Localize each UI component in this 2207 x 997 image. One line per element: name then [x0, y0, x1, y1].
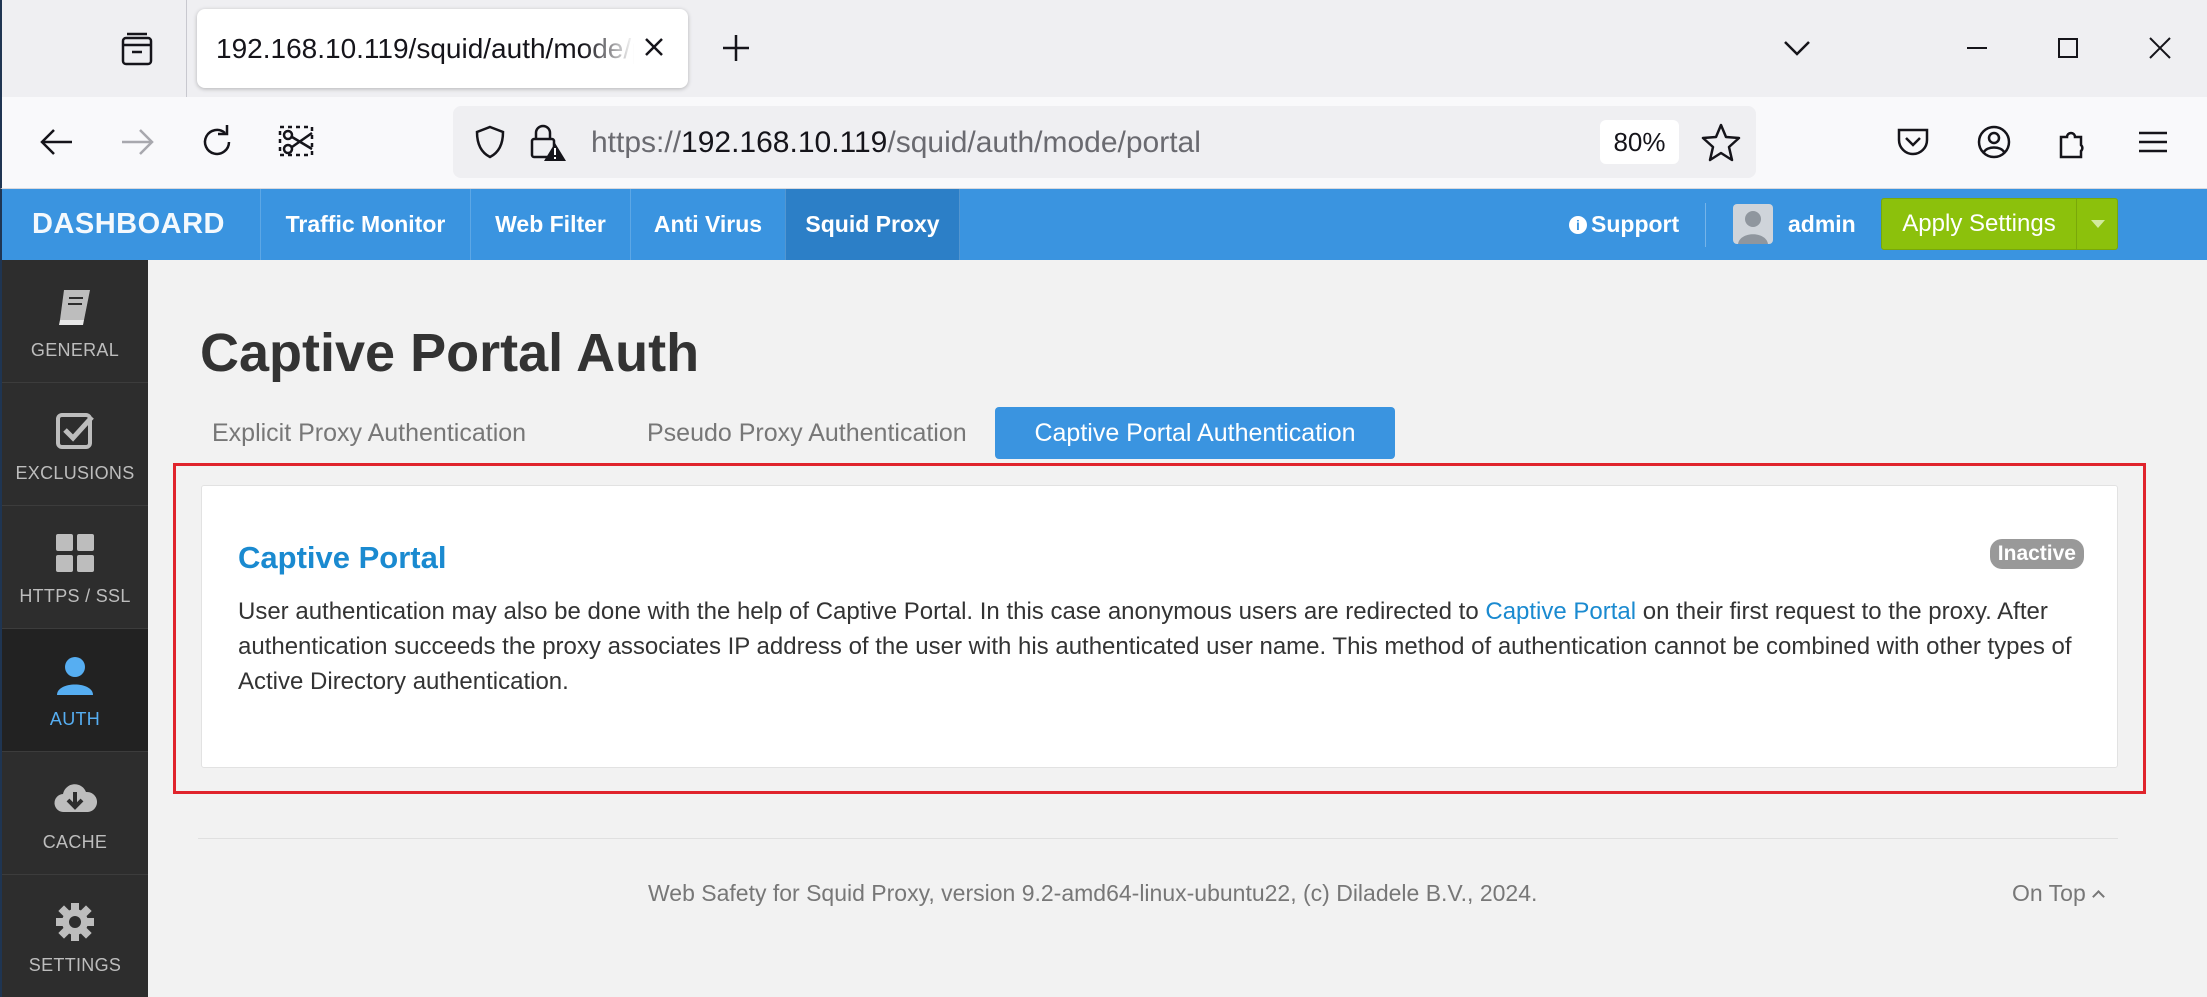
checkbox-icon — [52, 407, 98, 453]
reload-icon[interactable] — [194, 119, 240, 165]
sidebar-label-settings: SETTINGS — [28, 955, 122, 975]
tab-pseudo-proxy-auth[interactable]: Pseudo Proxy Authentication — [625, 407, 989, 459]
back-arrow-icon[interactable] — [34, 119, 80, 165]
tab-collections-icon[interactable] — [115, 30, 159, 70]
support-link[interactable]: i Support — [1569, 211, 1679, 238]
tab-divider — [186, 0, 187, 97]
sidebar-item-cache[interactable]: CACHE — [2, 752, 148, 875]
address-bar[interactable]: https://192.168.10.119/squid/auth/mode/p… — [453, 106, 1756, 178]
avatar[interactable] — [1733, 204, 1773, 244]
footer-divider — [198, 838, 2118, 839]
app-top-nav: DASHBOARD Traffic Monitor Web Filter Ant… — [0, 189, 2207, 260]
dashboard-link[interactable]: DASHBOARD — [32, 208, 225, 241]
bookmark-star-icon[interactable] — [1698, 119, 1744, 165]
sidebar-item-general[interactable]: GENERAL — [2, 260, 148, 383]
user-icon — [52, 653, 98, 699]
status-badge: Inactive — [1989, 539, 2084, 569]
zoom-level[interactable]: 80% — [1600, 120, 1679, 164]
screenshot-icon[interactable] — [274, 119, 320, 165]
tab-captive-portal-auth[interactable]: Captive Portal Authentication — [995, 407, 1395, 459]
extensions-icon[interactable] — [2051, 119, 2097, 165]
sidebar-label-exclusions: EXCLUSIONS — [15, 463, 135, 483]
new-tab-icon[interactable] — [718, 30, 754, 66]
browser-tab[interactable]: 192.168.10.119/squid/auth/mode/portal — [197, 9, 688, 88]
tab-list-chevron-icon[interactable] — [1775, 26, 1819, 70]
tab-title: 192.168.10.119/squid/auth/mode/portal — [216, 33, 634, 64]
pocket-icon[interactable] — [1890, 119, 1936, 165]
grid-icon — [52, 530, 98, 576]
menu-hamburger-icon[interactable] — [2130, 119, 2176, 165]
captive-portal-link[interactable]: Captive Portal — [1485, 598, 1636, 625]
close-tab-icon[interactable] — [638, 31, 670, 63]
sidebar-item-auth[interactable]: AUTH — [2, 629, 148, 752]
close-window-icon[interactable] — [2138, 26, 2182, 70]
user-name[interactable]: admin — [1788, 211, 1856, 238]
nav-traffic-monitor[interactable]: Traffic Monitor — [260, 189, 470, 260]
apply-dropdown-caret-icon[interactable] — [2076, 199, 2118, 249]
sidebar-label-https-ssl: HTTPS / SSL — [19, 586, 131, 606]
nav-divider — [1705, 203, 1706, 247]
description-text-1: User authentication may also be done wit… — [238, 598, 1486, 625]
sidebar-label-auth: AUTH — [49, 709, 101, 729]
apply-settings-label[interactable]: Apply Settings — [1882, 199, 2076, 249]
sidebar: GENERAL EXCLUSIONS HTTPS / SSL AUTH CACH… — [0, 260, 148, 997]
nav-squid-proxy[interactable]: Squid Proxy — [785, 189, 960, 260]
browser-toolbar: https://192.168.10.119/squid/auth/mode/p… — [0, 97, 2207, 189]
captive-portal-panel: Captive Portal Inactive User authenticat… — [201, 485, 2118, 768]
minimize-icon[interactable] — [1955, 26, 1999, 70]
shield-icon[interactable] — [467, 119, 513, 165]
footer-text: Web Safety for Squid Proxy, version 9.2-… — [648, 880, 1538, 906]
panel-title: Captive Portal — [238, 540, 447, 575]
sidebar-label-general: GENERAL — [30, 340, 120, 360]
maximize-icon[interactable] — [2046, 26, 2090, 70]
chevron-up-icon — [2091, 890, 2105, 903]
book-icon — [52, 284, 98, 330]
insecure-lock-icon[interactable] — [524, 119, 570, 165]
nav-web-filter[interactable]: Web Filter — [470, 189, 630, 260]
tab-explicit-proxy-auth[interactable]: Explicit Proxy Authentication — [190, 407, 548, 459]
account-icon[interactable] — [1971, 119, 2017, 165]
browser-tab-bar: 192.168.10.119/squid/auth/mode/portal — [0, 0, 2207, 97]
nav-anti-virus[interactable]: Anti Virus — [630, 189, 785, 260]
apply-settings-button[interactable]: Apply Settings — [1881, 198, 2118, 250]
on-top-link[interactable]: On Top — [2012, 880, 2105, 907]
info-icon: i — [1569, 216, 1587, 234]
gear-icon — [52, 899, 98, 945]
sidebar-item-https-ssl[interactable]: HTTPS / SSL — [2, 506, 148, 629]
cloud-download-icon — [52, 776, 98, 822]
page-title: Captive Portal Auth — [200, 323, 700, 383]
sidebar-label-cache: CACHE — [42, 832, 108, 852]
url-text[interactable]: https://192.168.10.119/squid/auth/mode/p… — [591, 126, 1201, 160]
main-content: Captive Portal Auth Explicit Proxy Authe… — [148, 260, 2207, 997]
forward-arrow-icon[interactable] — [114, 119, 160, 165]
panel-description: User authentication may also be done wit… — [238, 594, 2088, 699]
sidebar-item-settings[interactable]: SETTINGS — [2, 875, 148, 997]
sidebar-item-exclusions[interactable]: EXCLUSIONS — [2, 383, 148, 506]
